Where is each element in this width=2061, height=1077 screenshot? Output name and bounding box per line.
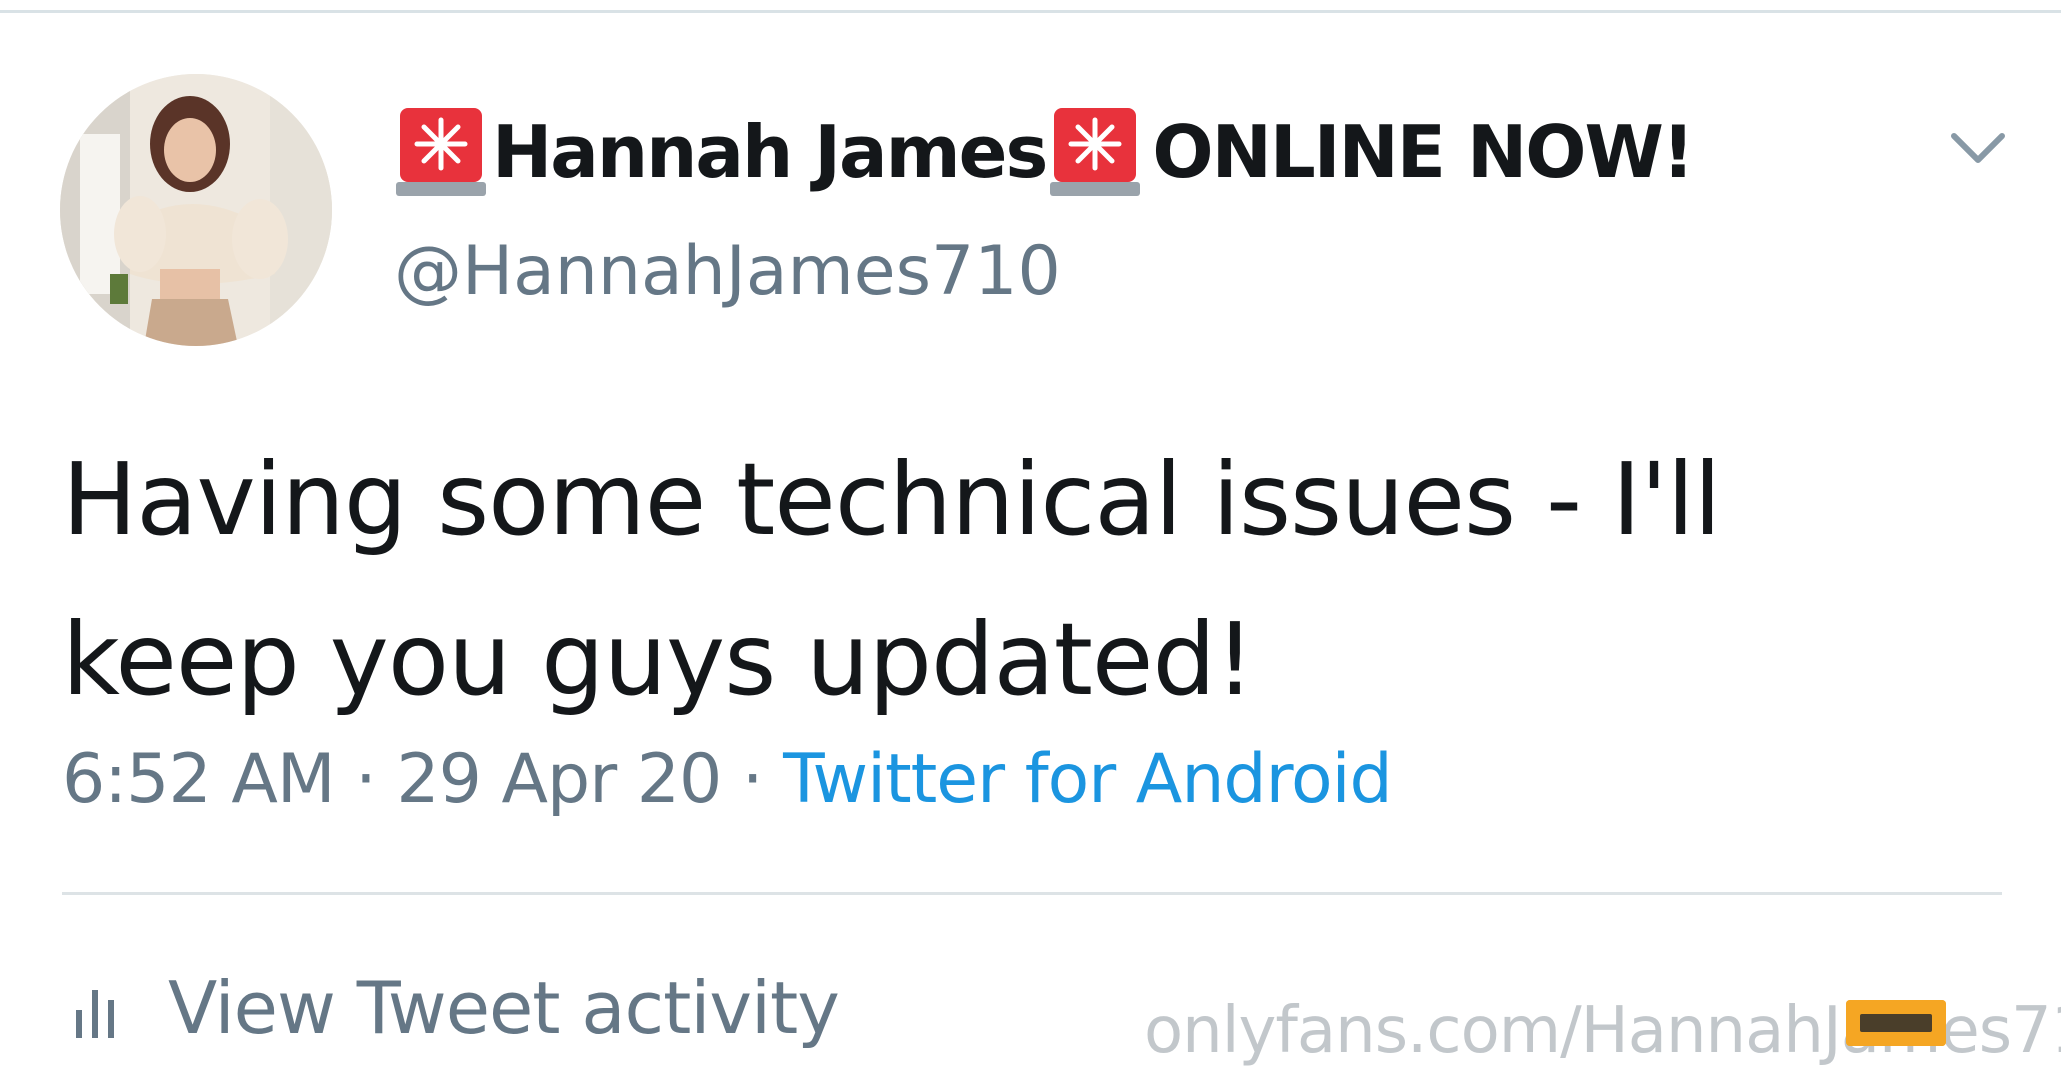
tweet-author-row: Hannah James ONLINE NOW! bbox=[396, 100, 1695, 204]
display-name[interactable]: Hannah James bbox=[492, 110, 1048, 194]
display-name-status: ONLINE NOW! bbox=[1152, 110, 1694, 194]
avatar-photo bbox=[60, 74, 332, 346]
section-divider bbox=[62, 892, 2002, 895]
view-tweet-activity-button[interactable]: View Tweet activity bbox=[72, 966, 840, 1050]
police-siren-icon bbox=[396, 106, 486, 198]
tweet-source-link[interactable]: Twitter for Android bbox=[783, 740, 1393, 819]
tweet-metadata: 6:52 AM · 29 Apr 20 · Twitter for Androi… bbox=[62, 740, 1393, 819]
watermark-badge-icon bbox=[1846, 1000, 1946, 1046]
bar-chart-icon bbox=[72, 976, 132, 1040]
tweet-time: 6:52 AM bbox=[62, 740, 336, 819]
view-tweet-activity-label: View Tweet activity bbox=[168, 966, 840, 1050]
chevron-down-icon[interactable] bbox=[1948, 120, 2008, 176]
meta-separator: · bbox=[334, 740, 397, 819]
avatar[interactable] bbox=[60, 74, 332, 346]
tweet-text-line: Having some technical issues - I'll bbox=[62, 441, 1721, 558]
user-handle[interactable]: @HannahJames710 bbox=[394, 232, 1061, 311]
top-divider bbox=[0, 10, 2061, 13]
police-siren-icon bbox=[1050, 106, 1141, 198]
meta-separator: · bbox=[721, 740, 784, 819]
tweet-text: Having some technical issues - I'll keep… bbox=[62, 420, 1962, 740]
tweet-date: 29 Apr 20 bbox=[396, 740, 722, 819]
tweet-text-line: keep you guys updated! bbox=[62, 601, 1255, 718]
